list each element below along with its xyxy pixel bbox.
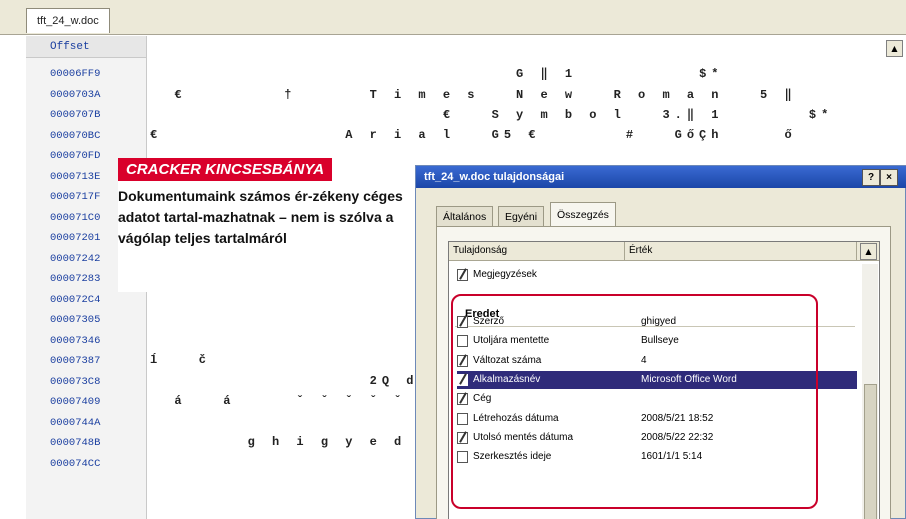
- tab-egyeni[interactable]: Egyéni: [498, 206, 545, 227]
- tab-altalanos[interactable]: Általános: [436, 206, 494, 227]
- offset-label: 00007346: [50, 334, 101, 347]
- offset-label: 00007283: [50, 273, 101, 285]
- tab-osszegzes[interactable]: Összegzés: [550, 202, 616, 227]
- column-header-property[interactable]: Tulajdonság: [449, 242, 625, 260]
- offset-label: 0000748B: [50, 437, 101, 449]
- offset-label: 00006FF9: [50, 68, 101, 80]
- pencil-doc-icon: [457, 269, 468, 281]
- offset-label: 00007305: [50, 314, 101, 326]
- dialog-title: tft_24_w.doc tulajdonságai: [424, 171, 565, 183]
- vertical-scrollbar[interactable]: [862, 264, 878, 519]
- close-button[interactable]: ×: [880, 169, 898, 186]
- list-scroll-up-button[interactable]: ▲: [860, 243, 877, 260]
- offset-label: 00007409: [50, 396, 101, 408]
- offset-label: 000070FD: [50, 150, 101, 162]
- offset-label: 0000707B: [50, 109, 101, 121]
- offset-label: 000074CC: [50, 457, 101, 470]
- offset-label: 00007201: [50, 232, 101, 244]
- scroll-up-button[interactable]: ▲: [886, 40, 903, 57]
- screenshot: tft_24_w.doc Offset ▲ 00006FF9 0000703A 00…: [0, 0, 906, 519]
- hex-text-row: g h i g y e d B: [150, 435, 456, 449]
- hex-text-row: € S y m b o l 3.‖ 1 $*: [150, 108, 834, 122]
- list-item-comments[interactable]: Megjegyzések: [457, 266, 857, 284]
- dialog-titlebar: tft_24_w.doc tulajdonságai ? ×: [416, 166, 906, 188]
- hex-text-row: ĺ č: [150, 353, 212, 367]
- offset-label: 00007242: [50, 252, 101, 265]
- help-button[interactable]: ?: [862, 169, 880, 186]
- file-tab[interactable]: tft_24_w.doc: [26, 8, 110, 33]
- column-header-value[interactable]: Érték: [625, 242, 857, 260]
- highlight-frame: [451, 294, 818, 509]
- caption-text: Dokumentumaink számos ér-zékeny céges ad…: [118, 188, 403, 246]
- caption-title: CRACKER KINCSESBÁNYA: [118, 158, 333, 181]
- offset-label: 0000744A: [50, 416, 101, 429]
- offset-label: 000073C8: [50, 375, 101, 388]
- offset-header: Offset: [26, 36, 146, 58]
- scrollbar-thumb[interactable]: [864, 384, 877, 519]
- offset-label: 00007387: [50, 355, 101, 367]
- offset-label: 000072C4: [50, 293, 101, 306]
- offset-label: 0000703A: [50, 88, 101, 101]
- hex-text-row: € † T i m e s N e w R o m a n 5 ‖: [150, 87, 797, 102]
- offset-label: 000071C0: [50, 211, 101, 224]
- offset-label: 0000717F: [50, 191, 101, 203]
- hex-text-row: € A r i a l G5 € # GőÇh ő: [150, 127, 797, 142]
- caption-box: CRACKER KINCSESBÁNYA Dokumentumaink szám…: [118, 158, 408, 292]
- offset-label: 0000713E: [50, 170, 101, 183]
- hex-text-row: G ‖ 1 $*: [150, 67, 724, 81]
- file-tab-strip: tft_24_w.doc: [0, 0, 906, 35]
- offset-label: 000070BC: [50, 129, 101, 142]
- list-header: Tulajdonság Érték ▲: [449, 242, 879, 261]
